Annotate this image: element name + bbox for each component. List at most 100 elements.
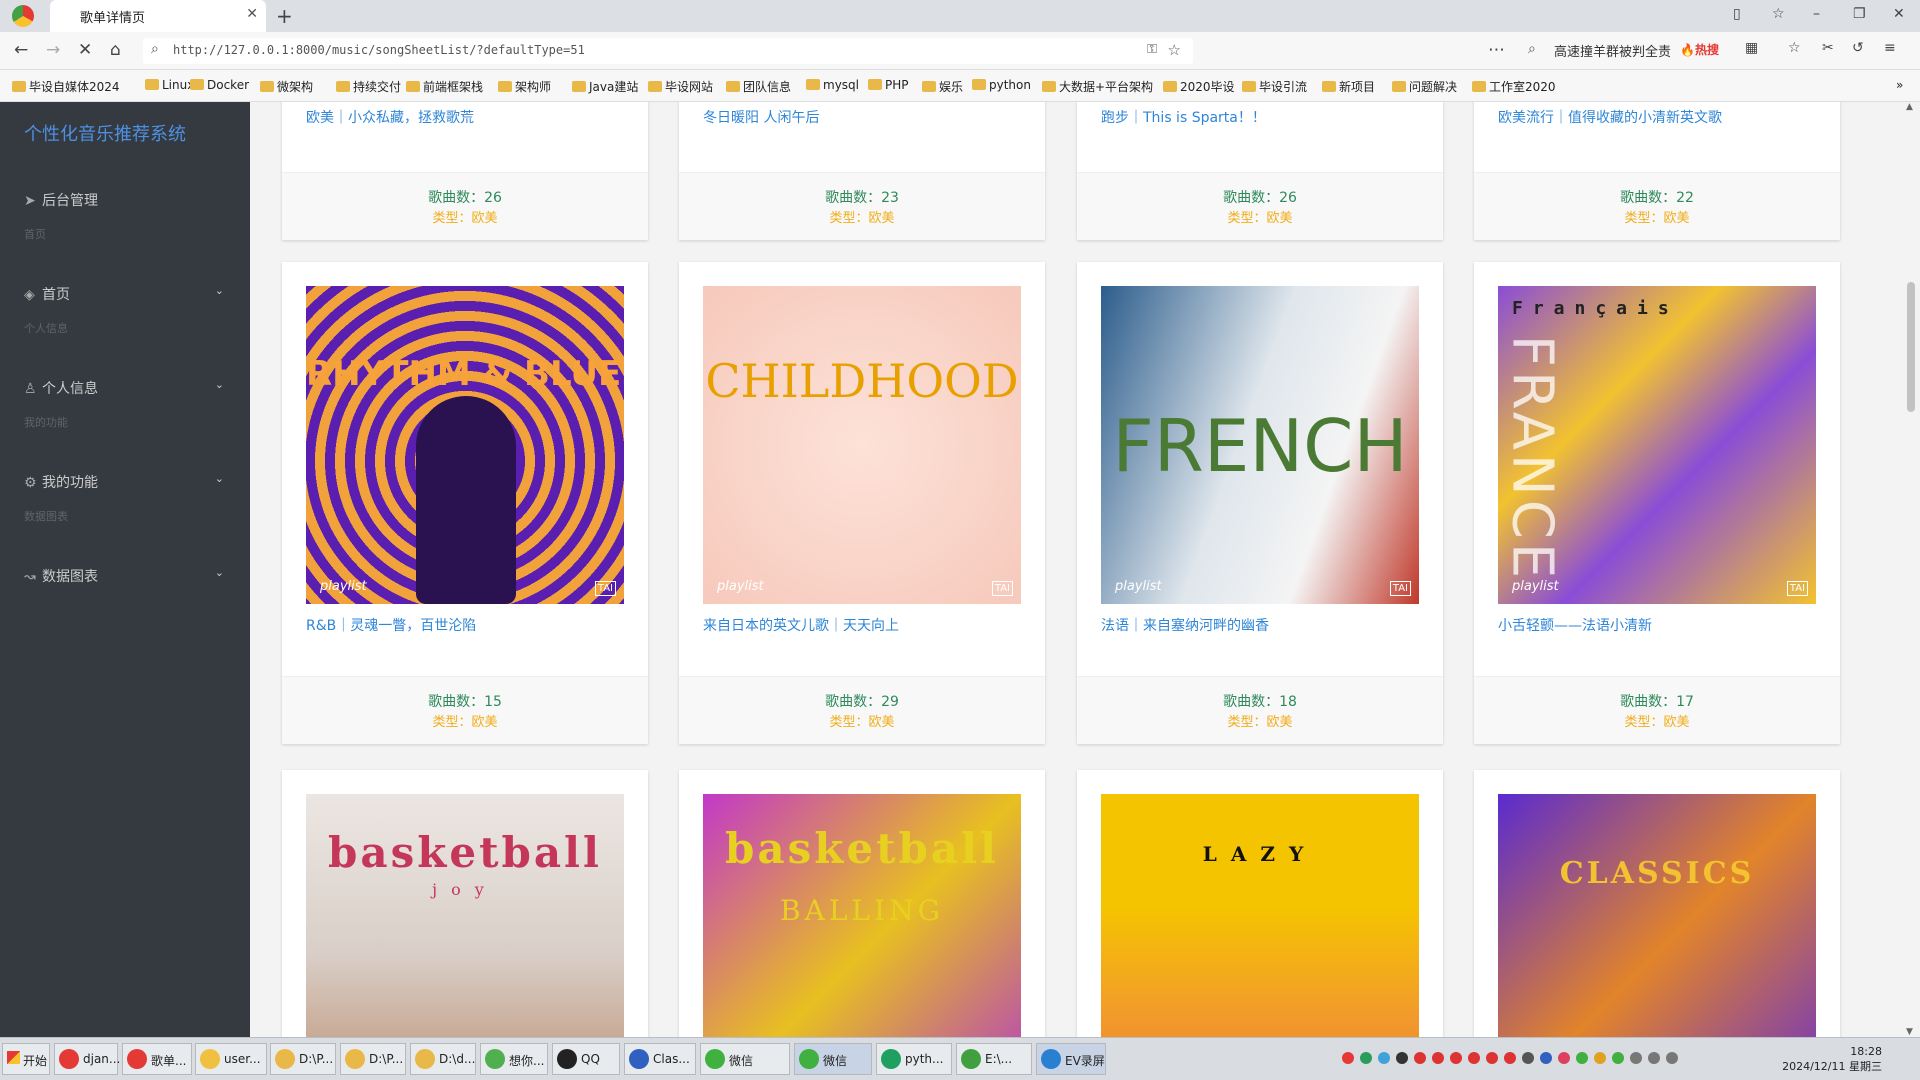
card-title[interactable]: R&B｜灵魂一瞥，百世沦陷 <box>306 615 476 635</box>
playlist-cover[interactable]: basketball BALLING <box>703 794 1021 1037</box>
tray-icon[interactable] <box>1360 1052 1372 1064</box>
bookmark-item[interactable]: 微架构 <box>260 78 313 95</box>
bookmark-item[interactable]: 新项目 <box>1322 78 1375 95</box>
tray-icon[interactable] <box>1432 1052 1444 1064</box>
tray-icon[interactable] <box>1378 1052 1390 1064</box>
forward-icon[interactable]: → <box>46 40 60 60</box>
card-title[interactable]: 冬日暖阳 人闲午后 <box>703 107 819 127</box>
playlist-card[interactable]: basketball BALLING <box>679 770 1045 1037</box>
playlist-card[interactable]: 冬日暖阳 人闲午后 歌曲数：23 类型：欧美 <box>679 102 1045 240</box>
tray-icon[interactable] <box>1576 1052 1588 1064</box>
back-icon[interactable]: ← <box>14 40 28 60</box>
close-window-icon[interactable]: ✕ <box>1893 6 1905 22</box>
tray-icon[interactable] <box>1522 1052 1534 1064</box>
more-bookmarks-icon[interactable]: » <box>1896 78 1903 92</box>
playlist-cover[interactable]: CHILDHOOD playlist TAI <box>703 286 1021 604</box>
playlist-card[interactable]: basketball joy <box>282 770 648 1037</box>
taskbar-item[interactable]: D:\P... <box>270 1043 336 1075</box>
playlist-cover[interactable]: Français FRANCE playlist TAI <box>1498 286 1816 604</box>
taskbar-item[interactable]: 想你... <box>480 1043 548 1075</box>
card-title[interactable]: 跑步｜This is Sparta！！ <box>1101 107 1266 127</box>
more-icon[interactable]: ⋯ <box>1488 40 1505 60</box>
apps-icon[interactable]: ▦ <box>1745 40 1758 56</box>
playlist-card[interactable]: FRENCH playlist TAI 法语｜来自塞纳河畔的幽香 歌曲数：18 类型：欧美 <box>1077 262 1443 744</box>
bookmark-item[interactable]: 毕设自媒体2024 <box>12 78 120 95</box>
bookmark-item[interactable]: 2020毕设 <box>1163 78 1235 95</box>
tab-active[interactable]: 歌单详情页 ✕ <box>50 0 266 32</box>
playlist-card[interactable]: 跑步｜This is Sparta！！ 歌曲数：26 类型：欧美 <box>1077 102 1443 240</box>
playlist-cover[interactable]: FRENCH playlist TAI <box>1101 286 1419 604</box>
tray-icon[interactable] <box>1594 1052 1606 1064</box>
taskbar-item[interactable]: pyth... <box>876 1043 952 1075</box>
clock[interactable]: 18:28 2024/12/11 星期三 <box>1782 1044 1882 1074</box>
tray-icon[interactable] <box>1414 1052 1426 1064</box>
bookmark-manager-icon[interactable]: ☆ <box>1772 6 1785 22</box>
playlist-card[interactable]: LAZY <box>1077 770 1443 1037</box>
minimize-icon[interactable]: – <box>1813 6 1820 22</box>
tray-icon[interactable] <box>1648 1052 1660 1064</box>
scrollbar[interactable]: ▲ ▼ <box>1902 102 1920 1037</box>
bookmark-item[interactable]: mysql <box>806 78 859 92</box>
sidebar-toggle-icon[interactable]: ▯ <box>1733 6 1741 22</box>
bookmark-item[interactable]: 团队信息 <box>726 78 791 95</box>
tray-icon[interactable] <box>1666 1052 1678 1064</box>
star-icon[interactable]: ☆ <box>1168 41 1181 59</box>
stop-icon[interactable]: ✕ <box>78 40 92 60</box>
taskbar-item[interactable]: E:\... <box>956 1043 1032 1075</box>
sidebar-item[interactable]: ⚙ 我的功能 ⌄ <box>24 472 224 492</box>
playlist-card[interactable]: 欧美流行｜值得收藏的小清新英文歌 歌曲数：22 类型：欧美 <box>1474 102 1840 240</box>
tools-icon[interactable]: ✂ <box>1822 40 1834 56</box>
taskbar-item[interactable]: 微信 <box>794 1043 872 1075</box>
card-title[interactable]: 欧美流行｜值得收藏的小清新英文歌 <box>1498 107 1722 127</box>
taskbar-item[interactable]: EV录屏 <box>1036 1043 1106 1075</box>
taskbar-item[interactable]: D:\d... <box>410 1043 476 1075</box>
playlist-cover[interactable]: CLASSICS <box>1498 794 1816 1037</box>
playlist-card[interactable]: 欧美｜小众私藏，拯救歌荒 歌曲数：26 类型：欧美 <box>282 102 648 240</box>
start-button[interactable]: 开始 <box>2 1043 50 1075</box>
tray-icon[interactable] <box>1486 1052 1498 1064</box>
tray-icon[interactable] <box>1450 1052 1462 1064</box>
search-engine-icon[interactable]: ⌕ <box>1528 41 1536 57</box>
playlist-card[interactable]: RHYTHM & BLUES playlist TAI R&B｜灵魂一瞥，百世沦陷 歌曲… <box>282 262 648 744</box>
bookmark-item[interactable]: 娱乐 <box>922 78 963 95</box>
home-icon[interactable]: ⌂ <box>110 40 121 60</box>
taskbar-item[interactable]: D:\P... <box>340 1043 406 1075</box>
taskbar-item[interactable]: 歌单... <box>122 1043 192 1075</box>
brand-title[interactable]: 个性化音乐推荐系统 <box>24 120 186 146</box>
tray-icon[interactable] <box>1504 1052 1516 1064</box>
scroll-up-icon[interactable]: ▲ <box>1906 102 1913 112</box>
bookmark-item[interactable]: 持续交付 <box>336 78 401 95</box>
favorites-icon[interactable]: ☆ <box>1788 40 1801 56</box>
key-icon[interactable]: ⚿ <box>1147 42 1157 57</box>
taskbar-item[interactable]: Clas... <box>624 1043 696 1075</box>
restore-icon[interactable]: ❐ <box>1853 6 1866 22</box>
playlist-cover[interactable]: LAZY <box>1101 794 1419 1037</box>
tray-icon[interactable] <box>1540 1052 1552 1064</box>
bookmark-item[interactable]: 前端框架栈 <box>406 78 483 95</box>
tray-icon[interactable] <box>1468 1052 1480 1064</box>
sidebar-item[interactable]: ♙ 个人信息 ⌄ <box>24 378 224 398</box>
scrollbar-thumb[interactable] <box>1907 282 1915 412</box>
bookmark-item[interactable]: Java建站 <box>572 78 638 95</box>
url-field[interactable]: ⌕ http://127.0.0.1:8000/music/songSheetL… <box>143 38 1193 64</box>
playlist-cover[interactable]: RHYTHM & BLUES playlist TAI <box>306 286 624 604</box>
menu-icon[interactable]: ≡ <box>1884 40 1896 56</box>
taskbar-item[interactable]: user... <box>195 1043 267 1075</box>
card-title[interactable]: 小舌轻颤——法语小清新 <box>1498 615 1652 635</box>
bookmark-item[interactable]: 毕设引流 <box>1242 78 1307 95</box>
sidebar-item[interactable]: ↝ 数据图表 ⌄ <box>24 566 224 586</box>
sidebar-item[interactable]: ◈ 首页 ⌄ <box>24 284 224 304</box>
bookmark-item[interactable]: 问题解决 <box>1392 78 1457 95</box>
bookmark-item[interactable]: 大数据+平台架构 <box>1042 78 1153 95</box>
scroll-down-icon[interactable]: ▼ <box>1906 1027 1913 1037</box>
tray-icon[interactable] <box>1630 1052 1642 1064</box>
tray-icon[interactable] <box>1396 1052 1408 1064</box>
card-title[interactable]: 来自日本的英文儿歌｜天天向上 <box>703 615 899 635</box>
tray-icon[interactable] <box>1612 1052 1624 1064</box>
bookmark-item[interactable]: 毕设网站 <box>648 78 713 95</box>
card-title[interactable]: 法语｜来自塞纳河畔的幽香 <box>1101 615 1269 635</box>
taskbar-item[interactable]: djan... <box>54 1043 120 1075</box>
bookmark-item[interactable]: PHP <box>868 78 909 92</box>
hot-search-text[interactable]: 高速撞羊群被判全责 <box>1554 41 1671 60</box>
bookmark-item[interactable]: 架构师 <box>498 78 551 95</box>
